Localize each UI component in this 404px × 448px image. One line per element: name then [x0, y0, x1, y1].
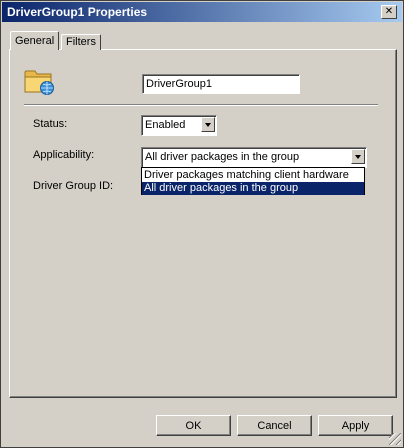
status-value: Enabled	[145, 119, 186, 131]
applicability-option[interactable]: Driver packages matching client hardware	[142, 169, 364, 182]
status-label: Status:	[33, 118, 68, 130]
apply-button[interactable]: Apply	[318, 415, 393, 436]
close-button[interactable]: ✕	[381, 5, 397, 19]
separator	[24, 104, 378, 106]
close-icon: ✕	[384, 6, 394, 17]
driver-group-id-label: Driver Group ID:	[33, 180, 114, 192]
general-tab-panel	[9, 49, 397, 398]
resize-grip[interactable]	[389, 433, 401, 445]
applicability-value: All driver packages in the group	[145, 151, 300, 163]
properties-dialog: DriverGroup1 Properties ✕ General Filter…	[0, 0, 404, 448]
applicability-dropdown[interactable]: All driver packages in the group	[141, 147, 367, 168]
ok-button[interactable]: OK	[156, 415, 231, 436]
applicability-label: Applicability:	[33, 149, 95, 161]
title-bar[interactable]: DriverGroup1 Properties ✕	[2, 2, 402, 22]
applicability-option-highlighted[interactable]: All driver packages in the group	[142, 182, 364, 195]
chevron-down-icon[interactable]	[351, 149, 365, 164]
group-name-field[interactable]: DriverGroup1	[142, 74, 300, 94]
status-dropdown[interactable]: Enabled	[141, 115, 217, 136]
window-title: DriverGroup1 Properties	[7, 5, 148, 19]
tab-filters-label: Filters	[66, 36, 96, 48]
cancel-button[interactable]: Cancel	[237, 415, 312, 436]
chevron-down-icon[interactable]	[201, 117, 215, 132]
tab-general[interactable]: General	[10, 31, 60, 50]
tab-filters[interactable]: Filters	[61, 34, 101, 50]
applicability-options-list: Driver packages matching client hardware…	[141, 167, 365, 195]
folder-with-globe-icon	[24, 70, 54, 95]
tab-general-label: General	[15, 35, 55, 47]
